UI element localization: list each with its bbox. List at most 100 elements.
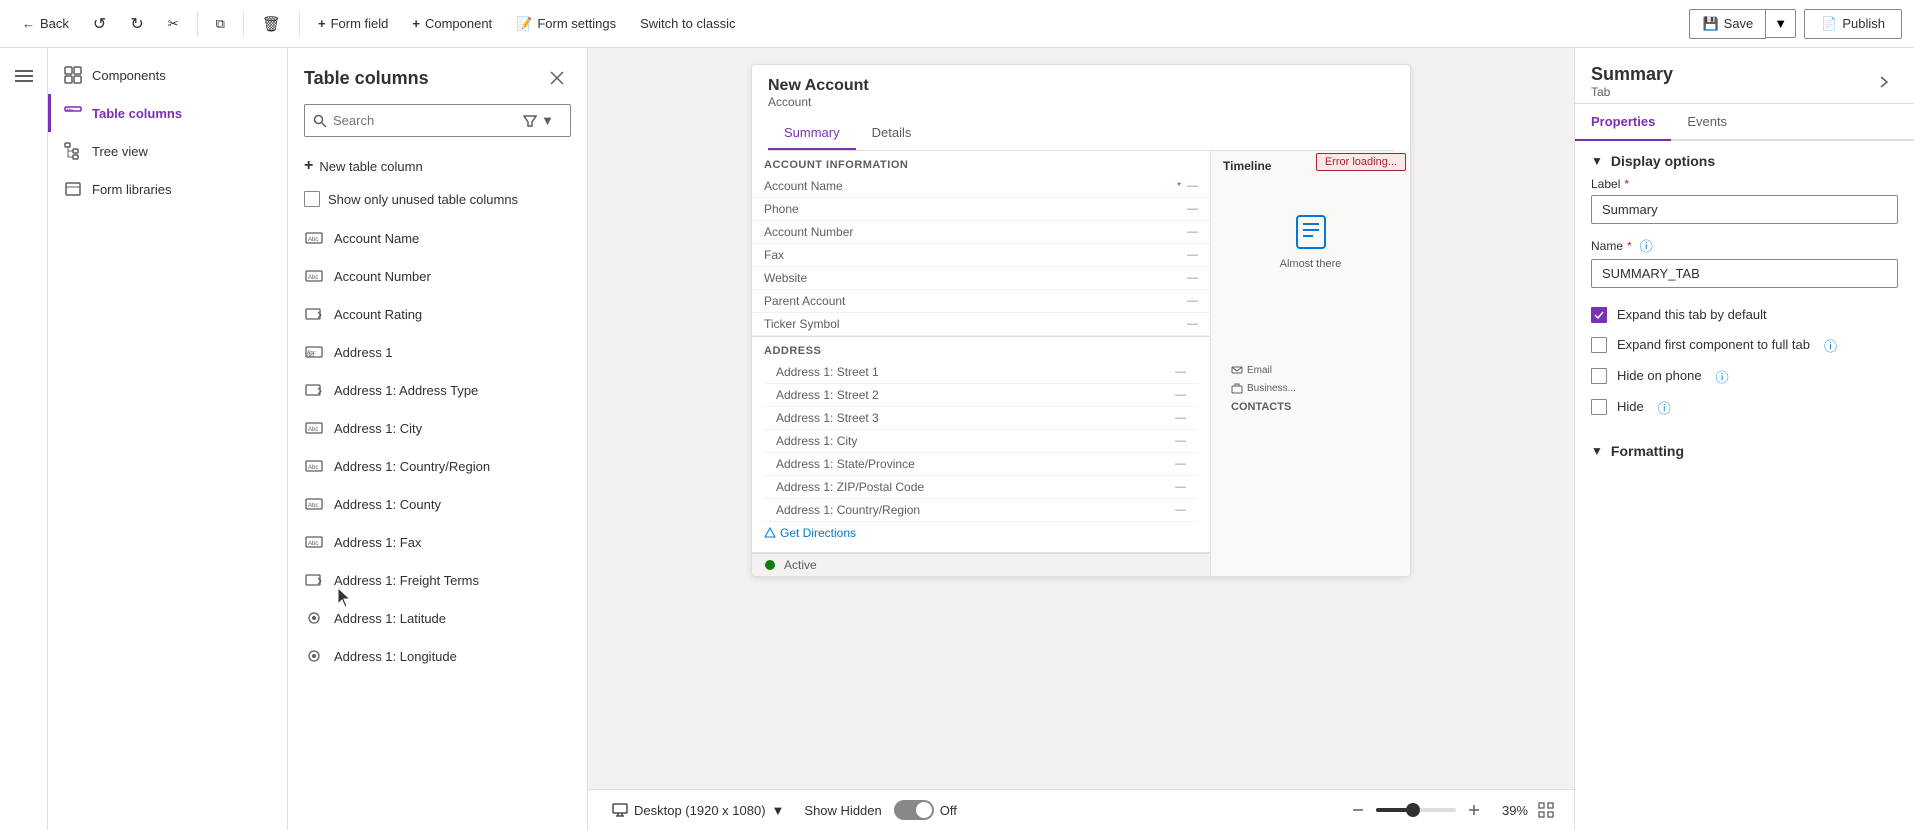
tab-properties[interactable]: Properties: [1575, 104, 1671, 141]
svg-text:Abc: Abc: [308, 503, 318, 509]
form-settings-icon: 📝: [516, 16, 532, 32]
field-value: —: [1175, 458, 1186, 470]
svg-text:Abc: Abc: [308, 275, 318, 281]
undo-button[interactable]: ↺: [83, 8, 116, 40]
formatting-label: Formatting: [1611, 443, 1684, 459]
geo-field-icon: [304, 646, 324, 666]
field-value: —: [1175, 389, 1186, 401]
column-label: Address 1: Address Type: [334, 383, 478, 398]
form-field-button[interactable]: + Form field: [308, 10, 398, 37]
form-field-row: Address 1: Street 3 —: [764, 407, 1198, 430]
list-item[interactable]: Abc Address 1: Fax: [288, 523, 587, 561]
save-button[interactable]: 💾 Save: [1689, 9, 1766, 39]
select-field-icon: [304, 304, 324, 324]
column-label: Address 1: [334, 345, 393, 360]
canvas-content: New Account Account Summary Details ACCO…: [588, 48, 1574, 789]
primary-contact-row: Email: [1223, 361, 1398, 379]
hide-phone-info-icon[interactable]: ⓘ: [1716, 367, 1729, 386]
form-preview: New Account Account Summary Details ACCO…: [751, 64, 1411, 577]
zoom-in-button[interactable]: [1462, 798, 1486, 822]
name-input[interactable]: [1591, 259, 1898, 288]
list-item[interactable]: Abc Address 1: City: [288, 409, 587, 447]
list-item[interactable]: Abc Address 1: County: [288, 485, 587, 523]
list-item[interactable]: Abc Account Number: [288, 257, 587, 295]
zoom-slider[interactable]: [1376, 808, 1456, 812]
filter-button[interactable]: ▼: [515, 109, 562, 132]
tab-events[interactable]: Events: [1671, 104, 1743, 141]
expand-tab-label: Expand this tab by default: [1617, 306, 1767, 324]
switch-classic-button[interactable]: Switch to classic: [630, 10, 745, 37]
expand-full-row: Expand first component to full tab ⓘ: [1575, 330, 1914, 361]
text-field-icon: Abc: [304, 494, 324, 514]
canvas-area: New Account Account Summary Details ACCO…: [588, 48, 1574, 830]
show-hidden-toggle[interactable]: [894, 800, 934, 820]
fit-screen-button[interactable]: [1534, 798, 1558, 822]
list-item[interactable]: Abcdef Address 1: [288, 333, 587, 371]
sidebar-item-components[interactable]: Components: [48, 56, 287, 94]
text-field-icon: Abc: [304, 228, 324, 248]
right-panel-tabs: Properties Events: [1575, 104, 1914, 141]
new-table-column-button[interactable]: + New table column: [288, 149, 587, 183]
expand-tab-checkbox[interactable]: [1591, 307, 1607, 323]
text-field-icon: Abcdef: [304, 342, 324, 362]
right-panel-title: Summary: [1591, 64, 1870, 85]
form-field-row: Address 1: Street 2 —: [764, 384, 1198, 407]
zoom-slider-fill: [1376, 808, 1408, 812]
svg-text:Abc: Abc: [308, 465, 318, 471]
show-unused-checkbox[interactable]: [304, 191, 320, 207]
address-header: ADDRESS: [764, 345, 1198, 357]
new-column-label: New table column: [319, 159, 422, 174]
cut-button[interactable]: ✂: [158, 10, 189, 38]
map-icon: [764, 527, 776, 539]
zoom-out-button[interactable]: [1346, 798, 1370, 822]
formatting-section-header[interactable]: ▼ Formatting: [1575, 431, 1914, 467]
expand-full-checkbox[interactable]: [1591, 337, 1607, 353]
sidebar-item-form-libraries[interactable]: Form libraries: [48, 170, 287, 208]
get-directions-link[interactable]: Get Directions: [764, 522, 1198, 544]
error-loading-bar[interactable]: Error loading...: [1316, 153, 1406, 171]
redo-button[interactable]: ↻: [120, 8, 153, 40]
copy-button[interactable]: ⧉: [206, 10, 235, 38]
hide-checkbox[interactable]: [1591, 399, 1607, 415]
list-item[interactable]: Abc Account Name: [288, 219, 587, 257]
hide-phone-checkbox[interactable]: [1591, 368, 1607, 384]
field-value: —: [1187, 180, 1198, 192]
panel-close-button[interactable]: [543, 64, 571, 92]
text-field-icon: Abc: [304, 266, 324, 286]
form-main-column: ACCOUNT INFORMATION Account Name * — Pho…: [752, 151, 1210, 576]
display-options-section-header[interactable]: ▼ Display options: [1575, 141, 1914, 177]
list-item[interactable]: Address 1: Latitude: [288, 599, 587, 637]
expand-full-info-icon[interactable]: ⓘ: [1824, 336, 1837, 355]
list-item[interactable]: Address 1: Longitude: [288, 637, 587, 675]
form-tab-details[interactable]: Details: [856, 117, 928, 150]
list-item[interactable]: Abc Address 1: Country/Region: [288, 447, 587, 485]
desktop-selector-button[interactable]: Desktop (1920 x 1080) ▼: [604, 798, 792, 822]
table-columns-panel: Table columns ▼ + New table column Show …: [288, 48, 588, 830]
svg-text:def: def: [307, 353, 315, 359]
list-item[interactable]: Account Rating: [288, 295, 587, 333]
right-panel-chevron-button[interactable]: [1870, 68, 1898, 96]
list-item[interactable]: Address 1: Address Type: [288, 371, 587, 409]
name-info-icon[interactable]: ⓘ: [1640, 236, 1653, 255]
back-button[interactable]: ← Back: [12, 10, 79, 37]
list-item[interactable]: Address 1: Freight Terms: [288, 561, 587, 599]
field-label: Address 1: ZIP/Postal Code: [776, 480, 1169, 494]
hide-info-icon[interactable]: ⓘ: [1658, 398, 1671, 417]
form-settings-button[interactable]: 📝 Form settings: [506, 10, 626, 38]
search-input[interactable]: [333, 113, 509, 128]
svg-text:Abc: Abc: [66, 107, 74, 112]
delete-button[interactable]: 🗑: [252, 9, 291, 39]
search-container: ▼: [304, 104, 571, 137]
status-icon: [764, 559, 776, 571]
form-tab-summary[interactable]: Summary: [768, 117, 856, 150]
label-input[interactable]: [1591, 195, 1898, 224]
sidebar-item-table-columns[interactable]: Abc Table columns: [48, 94, 287, 132]
copy-icon: ⧉: [216, 16, 225, 32]
save-dropdown-button[interactable]: ▼: [1766, 9, 1796, 38]
separator-1: [197, 12, 198, 36]
component-button[interactable]: + Component: [402, 10, 502, 37]
publish-button[interactable]: 📄 Publish: [1804, 9, 1902, 39]
components-icon: [64, 66, 82, 84]
hamburger-menu-button[interactable]: [4, 56, 44, 96]
sidebar-item-tree-view[interactable]: Tree view: [48, 132, 287, 170]
